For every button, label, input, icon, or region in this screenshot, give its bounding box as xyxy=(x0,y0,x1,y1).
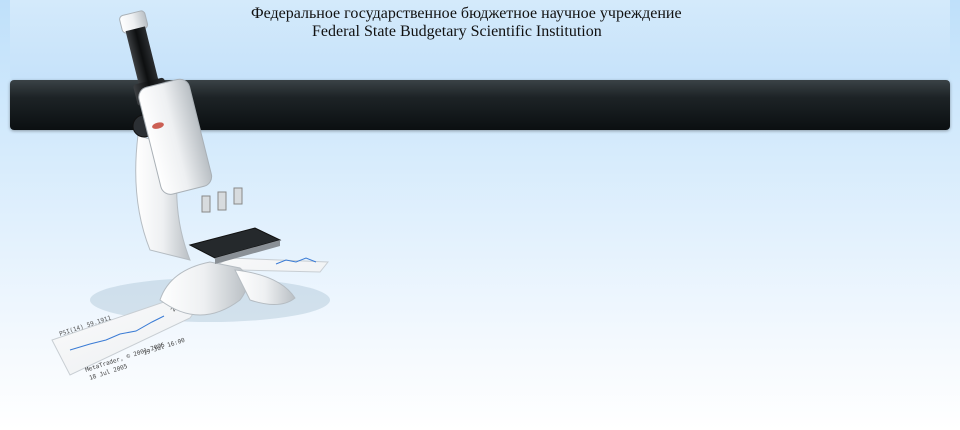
institution-name-ru: Федеральное государственное бюджетное на… xyxy=(251,5,682,22)
institution-name-en: Federal State Budgetary Scientific Insti… xyxy=(312,23,602,40)
microscope-icon: PSI(14) 59.1911 MetaTrader, © 2001-2005 … xyxy=(51,10,330,380)
objective-lenses xyxy=(201,187,243,213)
